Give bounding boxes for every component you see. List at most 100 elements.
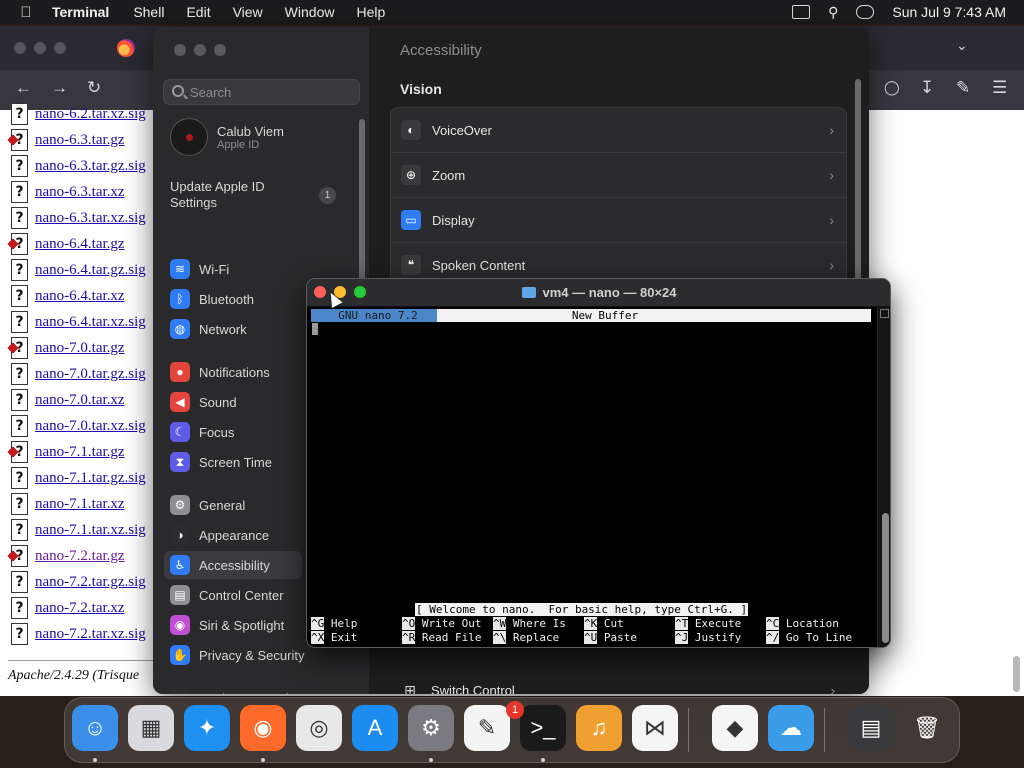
file-link[interactable]: nano-6.3.tar.xz (35, 184, 125, 201)
sidebar-item-focus[interactable]: ☾ Focus (164, 418, 302, 446)
file-link[interactable]: nano-6.4.tar.xz.sig (35, 314, 146, 331)
browser-zoom-button[interactable] (54, 42, 66, 54)
apple-menu-icon[interactable]:  (0, 4, 52, 21)
downloads-stack-icon[interactable]: ▤ (848, 705, 894, 751)
visual-studio-icon[interactable]: ◆ (712, 705, 758, 751)
update-apple-id-settings[interactable]: Update Apple ID Settings (170, 179, 290, 211)
file-link[interactable]: nano-7.0.tar.gz.sig (35, 366, 146, 383)
file-link[interactable]: nano-7.1.tar.gz.sig (35, 470, 146, 487)
siri-icon: ◉ (170, 615, 190, 635)
sidebar-item-wi-fi[interactable]: ≋ Wi-Fi (164, 255, 302, 283)
screen-mirroring-icon[interactable] (792, 5, 811, 19)
file-link[interactable]: nano-7.1.tar.xz.sig (35, 522, 146, 539)
hamburger-menu-icon[interactable]: ☰ (992, 78, 1007, 98)
settings-close-button[interactable] (174, 44, 186, 56)
menu-edit[interactable]: Edit (186, 4, 210, 20)
forward-arrow-icon[interactable]: → (51, 78, 68, 98)
firefox-tab-icon[interactable] (117, 39, 135, 57)
shortcut-read-file: ^R Read File (402, 631, 481, 645)
sidebar-item-general[interactable]: ⚙ General (164, 491, 302, 519)
sidebar-scrollbar[interactable] (359, 119, 365, 289)
file-link[interactable]: nano-7.0.tar.gz (35, 340, 125, 357)
file-link[interactable]: nano-7.2.tar.xz.sig (35, 626, 146, 643)
menu-window[interactable]: Window (285, 4, 335, 20)
settings-zoom-button[interactable] (214, 44, 226, 56)
sidebar-item-accessibility[interactable]: ♿ Accessibility (164, 551, 302, 579)
row-zoom[interactable]: ⊕ Zoom › (391, 153, 846, 198)
sidebar-item-bluetooth[interactable]: ᛒ Bluetooth (164, 285, 302, 313)
scroll-up-icon[interactable] (880, 309, 889, 318)
terminal-scrollbar[interactable] (877, 307, 890, 647)
file-link[interactable]: nano-7.2.tar.gz.sig (35, 574, 146, 591)
vscode-icon[interactable]: ⋈ (632, 705, 678, 751)
server-signature: Apache/2.4.29 (Trisque (8, 668, 140, 683)
terminal-title-bar[interactable]: vm4 — nano — 80×24 (307, 279, 890, 307)
file-link[interactable]: nano-7.0.tar.xz.sig (35, 418, 146, 435)
switch-control-row[interactable]: ⊞ Switch Control › (390, 675, 847, 695)
weather-icon[interactable]: ☁ (768, 705, 814, 751)
menu-app-terminal[interactable]: Terminal (52, 4, 109, 20)
file-link[interactable]: nano-7.1.tar.xz (35, 496, 125, 513)
browser-close-button[interactable] (14, 42, 26, 54)
menu-help[interactable]: Help (356, 4, 385, 20)
file-link[interactable]: nano-6.2.tar.xz.sig (35, 106, 146, 123)
file-link[interactable]: nano-6.3.tar.gz.sig (35, 158, 146, 175)
terminal-icon[interactable]: >_ (520, 705, 566, 751)
textedit-icon[interactable]: ✎ (464, 705, 510, 751)
browser-scrollbar[interactable] (1013, 656, 1020, 692)
downloads-icon[interactable]: ↧ (920, 78, 934, 98)
terminal-scroll-thumb[interactable] (882, 513, 889, 643)
file-link[interactable]: nano-7.2.tar.xz (35, 600, 125, 617)
sidebar-item-desktop-dock[interactable]: ▭ Desktop & Dock (164, 684, 302, 694)
sidebar-item-siri-spotlight[interactable]: ◉ Siri & Spotlight (164, 611, 302, 639)
trash-icon[interactable]: 🗑 (904, 705, 950, 751)
sidebar-item-network[interactable]: ◍ Network (164, 315, 302, 343)
pocket-icon[interactable]: ◯ (884, 79, 900, 96)
extensions-icon[interactable]: ✎ (956, 78, 970, 98)
reload-icon[interactable]: ↻ (87, 78, 101, 98)
file-link[interactable]: nano-6.4.tar.xz (35, 288, 125, 305)
sidebar-item-screen-time[interactable]: ⧗ Screen Time (164, 448, 302, 476)
package-file-icon: ? (11, 441, 28, 463)
file-link[interactable]: nano-6.3.tar.xz.sig (35, 210, 146, 227)
menu-shell[interactable]: Shell (133, 4, 164, 20)
sidebar-item-appearance[interactable]: ◑ Appearance (164, 521, 302, 549)
display-icon: ▭ (401, 210, 421, 230)
row-voiceover[interactable]: ◐ VoiceOver › (391, 108, 846, 153)
app-store-icon[interactable]: A (352, 705, 398, 751)
file-link[interactable]: nano-6.3.tar.gz (35, 132, 125, 149)
control-center-menu-icon[interactable] (856, 5, 875, 19)
launchpad-icon[interactable]: ▦ (128, 705, 174, 751)
terminal-window[interactable]: vm4 — nano — 80×24 New Buffer GNU nano 7… (306, 278, 891, 648)
file-link[interactable]: nano-7.1.tar.gz (35, 444, 125, 461)
row-label: Zoom (432, 167, 466, 183)
back-arrow-icon[interactable]: ← (15, 78, 32, 98)
chrome-icon[interactable]: ◎ (296, 705, 342, 751)
garageband-icon[interactable]: ♫ (576, 705, 622, 751)
menu-clock[interactable]: Sun Jul 9 7:43 AM (892, 4, 1006, 20)
row-display[interactable]: ▭ Display › (391, 198, 846, 243)
gear-icon: ⚙ (170, 495, 190, 515)
file-link[interactable]: nano-6.4.tar.gz.sig (35, 262, 146, 279)
content-scrollbar[interactable] (855, 79, 861, 289)
sidebar-item-notifications[interactable]: ● Notifications (164, 358, 302, 386)
list-all-tabs-icon[interactable]: ⌄ (956, 37, 968, 54)
file-link[interactable]: nano-7.0.tar.xz (35, 392, 125, 409)
spotlight-search-icon[interactable]: ⚲ (828, 4, 838, 21)
file-link[interactable]: nano-7.2.tar.gz (35, 548, 125, 565)
firefox-icon[interactable]: ◉ (240, 705, 286, 751)
settings-search-field[interactable]: Search (163, 79, 360, 105)
sidebar-item-control-center[interactable]: ▤ Control Center (164, 581, 302, 609)
chevron-right-icon: › (830, 682, 835, 695)
finder-icon[interactable]: ☺ (72, 705, 118, 751)
apple-id-account[interactable]: Calub Viem Apple ID (170, 118, 284, 156)
settings-minimize-button[interactable] (194, 44, 206, 56)
shortcut-key: ^W (493, 617, 507, 630)
file-link[interactable]: nano-6.4.tar.gz (35, 236, 125, 253)
sidebar-item-privacy-security[interactable]: ✋ Privacy & Security (164, 641, 304, 669)
sidebar-item-sound[interactable]: ◀ Sound (164, 388, 302, 416)
system-settings-icon[interactable]: ⚙ (408, 705, 454, 751)
safari-icon[interactable]: ✦ (184, 705, 230, 751)
browser-minimize-button[interactable] (34, 42, 46, 54)
menu-view[interactable]: View (233, 4, 263, 20)
